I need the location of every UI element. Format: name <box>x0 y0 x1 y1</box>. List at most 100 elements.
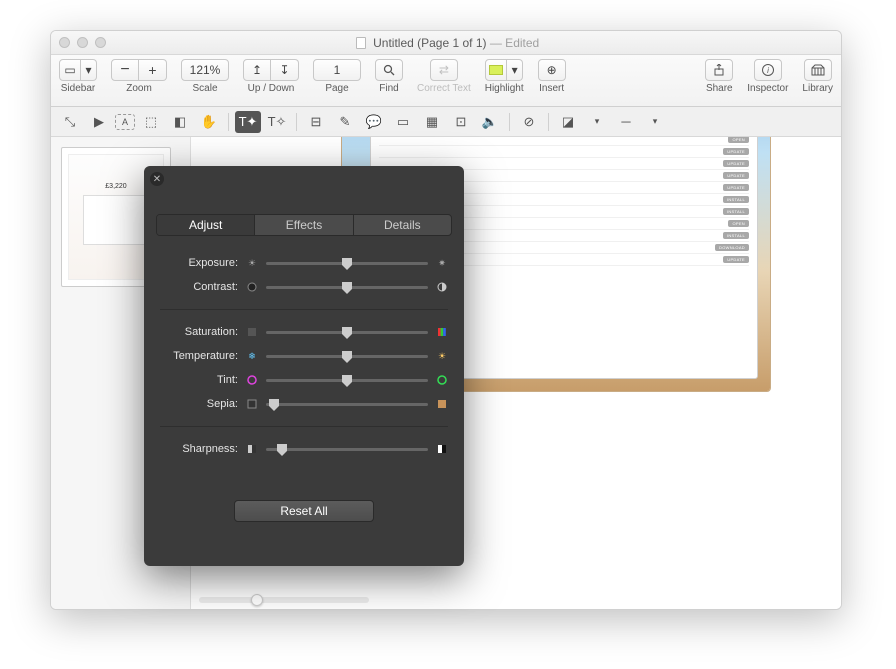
crop-tool[interactable]: ⬚ <box>138 111 164 133</box>
move-tool[interactable]: ⤡ <box>57 111 83 133</box>
sidebar-button[interactable]: ▭ <box>59 59 81 81</box>
store-badge: DOWNLOAD <box>715 244 749 251</box>
correct-label: Correct Text <box>417 83 471 94</box>
eraser-tool[interactable]: ◧ <box>167 111 193 133</box>
store-badge: OPEN <box>728 220 749 227</box>
tint-green-icon <box>436 374 448 386</box>
saturation-low-icon <box>246 326 258 338</box>
close-popover-button[interactable]: ✕ <box>150 172 164 186</box>
store-badge: UPDATE <box>723 148 749 155</box>
library-label: Library <box>802 83 833 94</box>
indent-tool[interactable]: ⊟ <box>303 111 329 133</box>
effects-tool[interactable]: T✧ <box>264 111 290 133</box>
temp-warm-icon: ☀ <box>436 350 448 362</box>
sharpness-label: Sharpness: <box>160 443 238 455</box>
select-tool[interactable]: ▶ <box>86 111 112 133</box>
saturation-row: Saturation: <box>160 320 448 344</box>
find-label: Find <box>379 83 398 94</box>
reset-all-button[interactable]: Reset All <box>234 500 374 522</box>
zoom-in-button[interactable]: + <box>139 59 167 81</box>
page-label: Page <box>325 83 348 94</box>
tab-effects[interactable]: Effects <box>254 215 352 235</box>
sharpness-row: Sharpness: <box>160 437 448 461</box>
box-tool[interactable]: ▭ <box>390 111 416 133</box>
scroll-thumb[interactable] <box>251 594 263 606</box>
tab-adjust[interactable]: Adjust <box>157 215 254 235</box>
insert-button[interactable]: ⊕ <box>538 59 566 81</box>
highlight-menu-button[interactable]: ▾ <box>507 59 523 81</box>
zoom-label: Zoom <box>126 83 152 94</box>
sepia-row: Sepia: <box>160 392 448 416</box>
inspector-button[interactable]: i <box>754 59 782 81</box>
sepia-off-icon <box>246 398 258 410</box>
store-badge: INSTALL <box>723 232 749 239</box>
share-label: Share <box>706 83 733 94</box>
zoom-out-button[interactable]: − <box>111 59 139 81</box>
contrast-label: Contrast: <box>160 281 238 293</box>
sun-bright-icon: ✷ <box>436 257 448 269</box>
edited-indicator: — Edited <box>487 36 540 50</box>
sharpness-slider[interactable] <box>266 448 428 451</box>
text-tool[interactable]: A <box>115 114 135 130</box>
library-group: Library <box>802 59 833 94</box>
share-group: Share <box>705 59 733 94</box>
store-badge: OPEN <box>728 137 749 143</box>
highlight-button[interactable] <box>485 59 507 81</box>
tint-slider[interactable] <box>266 379 428 382</box>
exposure-slider[interactable] <box>266 262 428 265</box>
find-button[interactable] <box>375 59 403 81</box>
adjust-tool[interactable]: T✦ <box>235 111 261 133</box>
exposure-row: Exposure: ☀ ✷ <box>160 251 448 275</box>
contrast-slider[interactable] <box>266 286 428 289</box>
sidebar-group: ▭ ▾ Sidebar <box>59 59 97 94</box>
shape-menu[interactable]: ▾ <box>584 111 610 133</box>
tint-magenta-icon <box>246 374 258 386</box>
form-tool[interactable]: ⊡ <box>448 111 474 133</box>
tools-bar: ⤡ ▶ A ⬚ ◧ ✋ T✦ T✧ ⊟ ✎ 💬 ▭ ▦ ⊡ 🔈 ⊘ ◪ ▾ ─ … <box>51 107 841 137</box>
updown-group: ↥ ↧ Up / Down <box>243 59 299 94</box>
tint-label: Tint: <box>160 374 238 386</box>
store-row: UPDATE <box>379 146 749 158</box>
saturation-label: Saturation: <box>160 326 238 338</box>
popover-tabs: Adjust Effects Details <box>156 214 452 236</box>
sepia-on-icon <box>436 398 448 410</box>
sliders-panel: Exposure: ☀ ✷ Contrast: Saturation: Temp… <box>160 251 448 461</box>
minimize-window-button[interactable] <box>77 37 88 48</box>
scale-label: Scale <box>192 83 217 94</box>
sepia-slider[interactable] <box>266 403 428 406</box>
zoom-window-button[interactable] <box>95 37 106 48</box>
sidebar-menu-button[interactable]: ▾ <box>81 59 97 81</box>
close-window-button[interactable] <box>59 37 70 48</box>
sidebar-label: Sidebar <box>61 83 95 94</box>
line-menu[interactable]: ▾ <box>642 111 668 133</box>
sharp-high-icon <box>436 443 448 455</box>
inspector-label: Inspector <box>747 83 788 94</box>
tint-row: Tint: <box>160 368 448 392</box>
page-up-button[interactable]: ↥ <box>243 59 271 81</box>
line-tool[interactable]: ─ <box>613 111 639 133</box>
adjust-popover: ✕ Adjust Effects Details Exposure: ☀ ✷ C… <box>144 166 464 566</box>
share-button[interactable] <box>705 59 733 81</box>
deny-tool[interactable]: ⊘ <box>516 111 542 133</box>
sound-tool[interactable]: 🔈 <box>477 111 503 133</box>
page-down-button[interactable]: ↧ <box>271 59 299 81</box>
scale-value[interactable]: 121% <box>181 59 229 81</box>
highlight-label: Highlight <box>485 83 524 94</box>
saturation-slider[interactable] <box>266 331 428 334</box>
store-badge: INSTALL <box>723 196 749 203</box>
horizontal-scrollbar[interactable] <box>199 597 369 603</box>
find-group: Find <box>375 59 403 94</box>
contrast-high-icon <box>436 281 448 293</box>
page-field[interactable]: 1 <box>313 59 361 81</box>
comment-tool[interactable]: 💬 <box>361 111 387 133</box>
zoom-group: − + Zoom <box>111 59 167 94</box>
marker-tool[interactable]: ✎ <box>332 111 358 133</box>
temperature-slider[interactable] <box>266 355 428 358</box>
grid-tool[interactable]: ▦ <box>419 111 445 133</box>
shape-tool[interactable]: ◪ <box>555 111 581 133</box>
title-text: Untitled (Page 1 of 1) <box>373 36 486 50</box>
pan-tool[interactable]: ✋ <box>196 111 222 133</box>
inspector-group: i Inspector <box>747 59 788 94</box>
library-button[interactable] <box>804 59 832 81</box>
tab-details[interactable]: Details <box>353 215 451 235</box>
